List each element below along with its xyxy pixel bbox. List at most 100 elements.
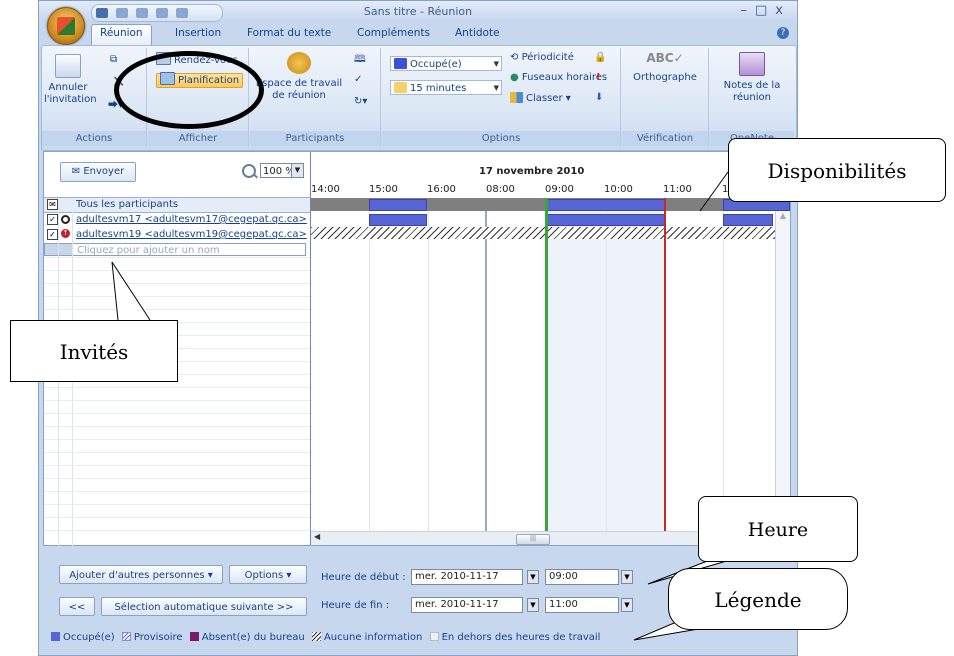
end-time-line[interactable] (664, 198, 666, 545)
reminder-dropdown[interactable]: 15 minutes ▼ (390, 80, 502, 95)
scroll-thumb[interactable]: ||| (516, 534, 550, 545)
start-date-field[interactable]: mer. 2010-11-17 (411, 569, 523, 585)
search-icon[interactable]: ⧉ (110, 54, 117, 65)
busy-block (547, 199, 665, 211)
send-button[interactable]: ✉ Envoyer (60, 162, 136, 182)
chevron-down-icon[interactable]: ▼ (621, 598, 633, 612)
group-onenote: Notes de la réunion OneNote (710, 48, 794, 146)
previous-button[interactable]: << (59, 597, 95, 616)
options-button[interactable]: Options ▾ (229, 565, 307, 584)
attendee-checkbox[interactable]: ✓ (47, 214, 58, 225)
planification-highlight-circle (114, 51, 264, 129)
grid-row-line (44, 270, 310, 271)
autopick-next-button[interactable]: Sélection automatique suivante >> (101, 597, 307, 616)
chevron-down-icon[interactable]: ▼ (621, 570, 633, 584)
window-title: Sans titre - Réunion (363, 5, 473, 18)
hour-label: 11:00 (663, 184, 692, 195)
all-participants-row: ✉ Tous les participants (44, 197, 310, 213)
window-controls[interactable]: –□x (741, 3, 791, 18)
busy-legend-swatch (51, 632, 60, 641)
free-busy-grid: 17 novembre 2010 14:00 15:00 16:00 08:00… (311, 152, 790, 545)
callout-invites: Invités (10, 320, 178, 382)
busy-block (369, 214, 427, 226)
vertical-scrollbar[interactable]: ▲ (775, 211, 790, 534)
grid-row-line (44, 413, 310, 414)
no-information-row (311, 227, 790, 239)
check-names-icon[interactable]: ✓ (354, 74, 362, 85)
hour-gridline (428, 198, 429, 545)
busy-block (369, 199, 427, 211)
scroll-left-icon[interactable]: ◀ (314, 532, 320, 541)
grid-row-line (44, 439, 310, 440)
abc-check-icon: ABC✓ (646, 51, 684, 65)
grid-date-label: 17 novembre 2010 (479, 166, 585, 177)
busy-status-icon (394, 58, 407, 69)
add-name-row[interactable]: Cliquez pour ajouter un nom (44, 243, 306, 256)
hour-label: 15:00 (369, 184, 398, 195)
group-label-verification: Vérification (622, 131, 708, 146)
tab-insertion[interactable]: Insertion (175, 27, 221, 39)
end-time-field[interactable]: 11:00 (545, 597, 619, 613)
spelling-button[interactable]: ABC✓ Orthographe (626, 52, 704, 84)
day-separator (485, 198, 487, 545)
busy-block (547, 214, 665, 226)
add-others-button[interactable]: Ajouter d'autres personnes ▾ (59, 565, 223, 584)
start-time-line[interactable] (545, 198, 548, 545)
tab-antidote[interactable]: Antidote (455, 27, 500, 39)
hour-label: 14:00 (311, 184, 340, 195)
group-verification: ABC✓ Orthographe Vérification (622, 48, 709, 146)
cancel-invitation-button[interactable]: Annuler l'invitation (44, 54, 97, 106)
group-label-participants: Participants (250, 131, 380, 146)
tab-reunion[interactable]: Réunion (91, 24, 152, 45)
attendee-row[interactable]: ✓ ↑ adultesvm19 <adultesvm19@cegepat.qc.… (44, 228, 310, 241)
start-time-field[interactable]: 09:00 (545, 569, 619, 585)
recurrence-button[interactable]: ⟲ Périodicité (510, 52, 574, 63)
required-attendee-icon: ↑ (61, 229, 70, 238)
calendar-cancel-icon (55, 54, 81, 78)
add-name-input[interactable]: Cliquez pour ajouter un nom (77, 244, 220, 257)
callout-heure: Heure (698, 496, 858, 562)
chevron-down-icon: ▼ (493, 84, 499, 92)
show-as-dropdown[interactable]: Occupé(e) ▼ (390, 56, 502, 71)
callout-legende: Légende (668, 568, 848, 630)
high-importance-icon[interactable]: ! (596, 72, 601, 83)
end-date-field[interactable]: mer. 2010-11-17 (411, 597, 523, 613)
envelope-icon: ✉ (71, 166, 84, 177)
grid-row-line (44, 452, 310, 453)
grid-row-line (44, 296, 310, 297)
zoom-dropdown[interactable]: 100 % ▼ (260, 163, 304, 178)
grid-row-line (44, 517, 310, 518)
address-book-icon[interactable]: 🕮 (354, 52, 366, 69)
meeting-workspace-button[interactable]: Espace de travail de réunion (254, 52, 344, 102)
response-options-icon[interactable]: ↻▾ (354, 96, 367, 107)
people-icon (287, 52, 311, 74)
chevron-down-icon[interactable]: ▼ (527, 570, 539, 584)
hour-label: 08:00 (486, 184, 515, 195)
chevron-down-icon[interactable]: ▼ (527, 598, 539, 612)
help-icon[interactable]: ? (777, 27, 789, 39)
classify-button[interactable]: Classer ▾ (510, 92, 571, 104)
meeting-notes-button[interactable]: Notes de la réunion (714, 52, 790, 104)
group-label-afficher: Afficher (148, 131, 248, 146)
busy-block (723, 214, 773, 226)
chevron-down-icon: ▼ (493, 60, 499, 68)
ribbon-tabs: Réunion Insertion Format du texte Complé… (39, 23, 797, 45)
lock-icon[interactable]: 🔒 (594, 52, 606, 63)
attendee-row[interactable]: ✓ adultesvm17 <adultesvm17@cegepat.qc.ca… (44, 213, 310, 226)
grid-row-line (44, 504, 310, 505)
grid-row-line (44, 491, 310, 492)
tab-format[interactable]: Format du texte (247, 27, 331, 39)
timezones-button[interactable]: ● Fuseaux horaires (510, 72, 607, 83)
row-header-cell (45, 244, 73, 255)
low-importance-icon[interactable]: ⬇ (595, 92, 603, 103)
scroll-up-icon[interactable]: ▲ (776, 211, 790, 220)
grid-row-line (44, 530, 310, 531)
grid-row-line (44, 478, 310, 479)
categorize-icon (510, 92, 523, 103)
zoom-control[interactable]: 100 % ▼ (242, 163, 306, 179)
attendee-checkbox[interactable]: ✓ (47, 229, 58, 240)
tab-complements[interactable]: Compléments (357, 27, 430, 39)
group-label-options: Options (382, 131, 620, 146)
chevron-down-icon: ▼ (291, 164, 303, 177)
group-label-actions: Actions (42, 131, 146, 146)
